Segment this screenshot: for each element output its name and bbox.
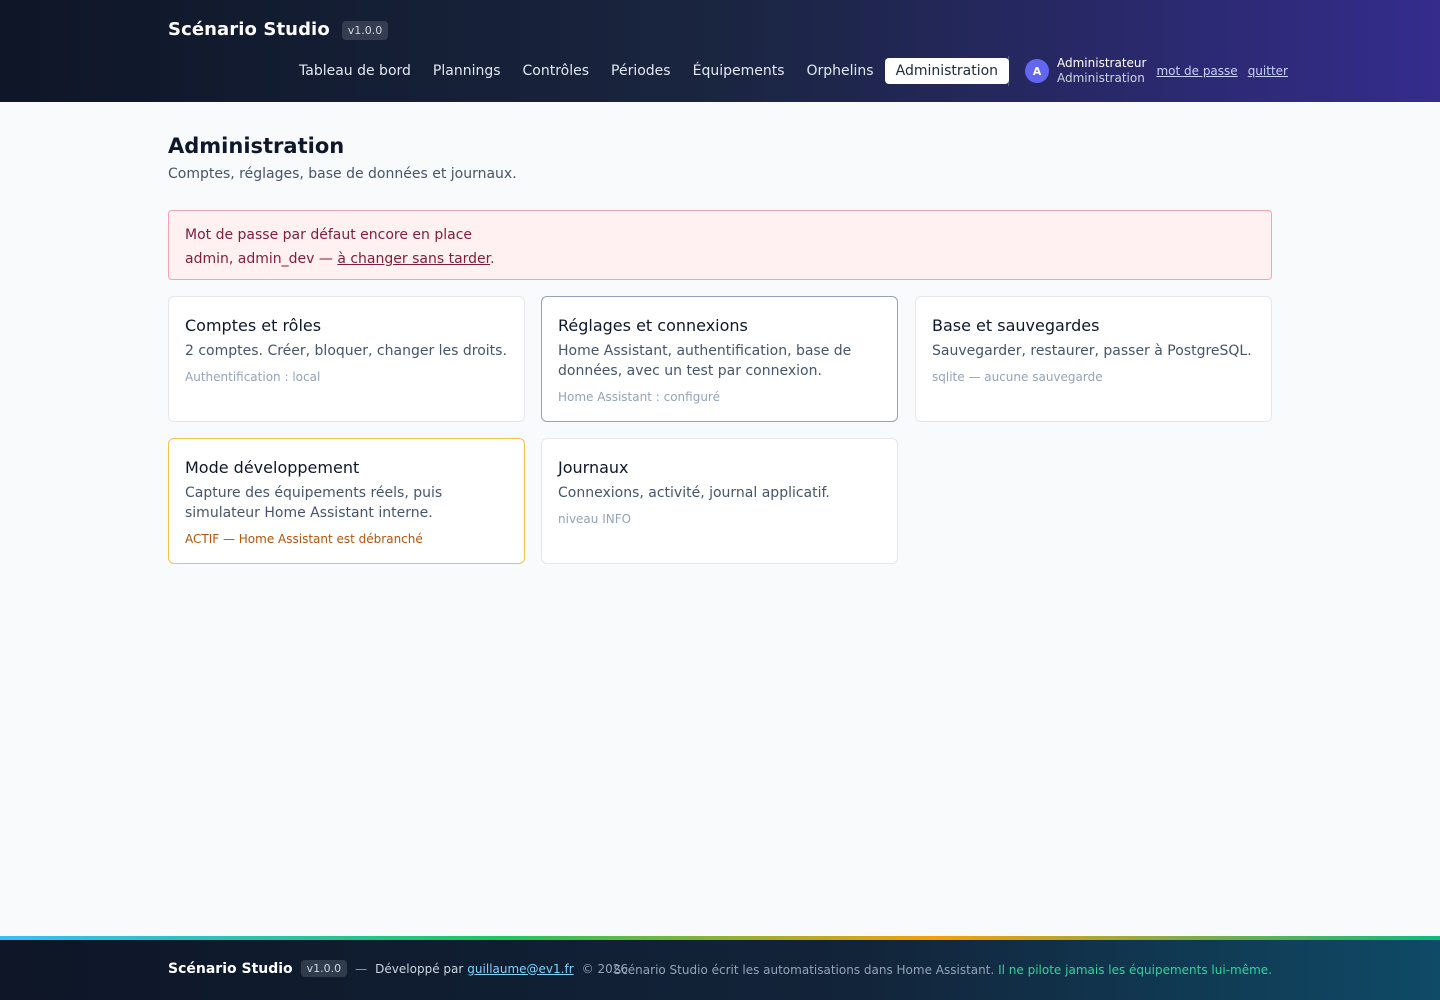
- footer-color-strip: [0, 936, 1440, 940]
- nav-item-controles[interactable]: Contrôles: [512, 58, 601, 84]
- alert-end: .: [490, 251, 495, 267]
- card-meta: Authentification : local: [185, 370, 321, 384]
- card-desc: 2 comptes. Créer, bloquer, changer les d…: [185, 343, 507, 359]
- card-meta: niveau INFO: [558, 512, 632, 526]
- nav-item-orphelins[interactable]: Orphelins: [796, 58, 885, 84]
- footer-dev-prefix: Développé par: [375, 961, 464, 976]
- nav-item-equipements[interactable]: Équipements: [682, 58, 796, 84]
- card-desc: Connexions, activité, journal applicatif…: [558, 485, 830, 501]
- developer-email-link[interactable]: guillaume@ev1.fr: [467, 962, 573, 976]
- footer-brand: Scénario Studio: [168, 960, 293, 977]
- card-title: Réglages et connexions: [558, 316, 748, 335]
- nav-item-administration[interactable]: Administration: [884, 58, 1010, 84]
- footer-tagline: Scénario Studio écrit les automatisation…: [614, 963, 1272, 977]
- top-bar: Scénario Studio v1.0.0 Tableau de bord P…: [0, 0, 1440, 102]
- default-password-alert: Mot de passe par défaut encore en place …: [168, 210, 1272, 280]
- version-badge: v1.0.0: [341, 21, 389, 40]
- footer-version-badge: v1.0.0: [300, 960, 348, 977]
- main-nav: Tableau de bord Plannings Contrôles Péri…: [288, 57, 1010, 85]
- card-mode-developpement[interactable]: Mode développement Capture des équipemen…: [168, 438, 525, 564]
- avatar[interactable]: A: [1025, 59, 1049, 83]
- change-password-now-link[interactable]: à changer sans tarder: [337, 251, 490, 267]
- nav-item-periodes[interactable]: Périodes: [600, 58, 682, 84]
- nav-item-tableau-de-bord[interactable]: Tableau de bord: [288, 58, 422, 84]
- user-role: Administration: [1057, 71, 1145, 85]
- card-reglages-connexions[interactable]: Réglages et connexions Home Assistant, a…: [541, 296, 898, 422]
- alert-accounts: admin, admin_dev —: [185, 251, 338, 267]
- user-menu: A Administrateur Administration mot de p…: [1025, 56, 1288, 86]
- card-title: Comptes et rôles: [185, 316, 322, 335]
- card-title: Mode développement: [185, 458, 360, 477]
- footer: Scénario Studio v1.0.0 — Développé par g…: [0, 936, 1440, 1000]
- page-title: Administration: [168, 134, 345, 158]
- user-name: Administrateur: [1057, 56, 1147, 70]
- logout-link[interactable]: quitter: [1248, 64, 1288, 78]
- brand[interactable]: Scénario Studio v1.0.0: [168, 18, 389, 40]
- card-desc: Capture des équipements réels, puis simu…: [185, 485, 443, 521]
- footer-tagline-accent: Il ne pilote jamais les équipements lui-…: [998, 963, 1272, 977]
- brand-name[interactable]: Scénario Studio: [168, 19, 330, 40]
- card-desc: Sauvegarder, restaurer, passer à Postgre…: [932, 343, 1252, 359]
- footer-dash: —: [355, 961, 368, 976]
- card-desc: Home Assistant, authentification, base d…: [558, 343, 852, 379]
- alert-body: admin, admin_dev — à changer sans tarder…: [185, 247, 1255, 271]
- card-meta-status: ACTIF — Home Assistant est débranché: [185, 532, 423, 546]
- page-subtitle: Comptes, réglages, base de données et jo…: [168, 166, 517, 182]
- card-meta: Home Assistant : configuré: [558, 390, 720, 404]
- card-comptes-roles[interactable]: Comptes et rôles 2 comptes. Créer, bloqu…: [168, 296, 525, 422]
- card-base-sauvegardes[interactable]: Base et sauvegardes Sauvegarder, restaur…: [915, 296, 1272, 422]
- footer-tagline-text: Scénario Studio écrit les automatisation…: [613, 963, 995, 977]
- nav-divider: [1008, 56, 1009, 86]
- footer-credits: Scénario Studio v1.0.0 — Développé par g…: [168, 960, 628, 977]
- user-info: Administrateur Administration: [1057, 56, 1146, 86]
- nav-item-plannings[interactable]: Plannings: [422, 58, 512, 84]
- alert-title: Mot de passe par défaut encore en place: [185, 227, 473, 243]
- card-journaux[interactable]: Journaux Connexions, activité, journal a…: [541, 438, 898, 564]
- change-password-link[interactable]: mot de passe: [1156, 64, 1237, 78]
- card-title: Journaux: [558, 458, 629, 477]
- card-title: Base et sauvegardes: [932, 316, 1100, 335]
- card-meta: sqlite — aucune sauvegarde: [932, 370, 1103, 384]
